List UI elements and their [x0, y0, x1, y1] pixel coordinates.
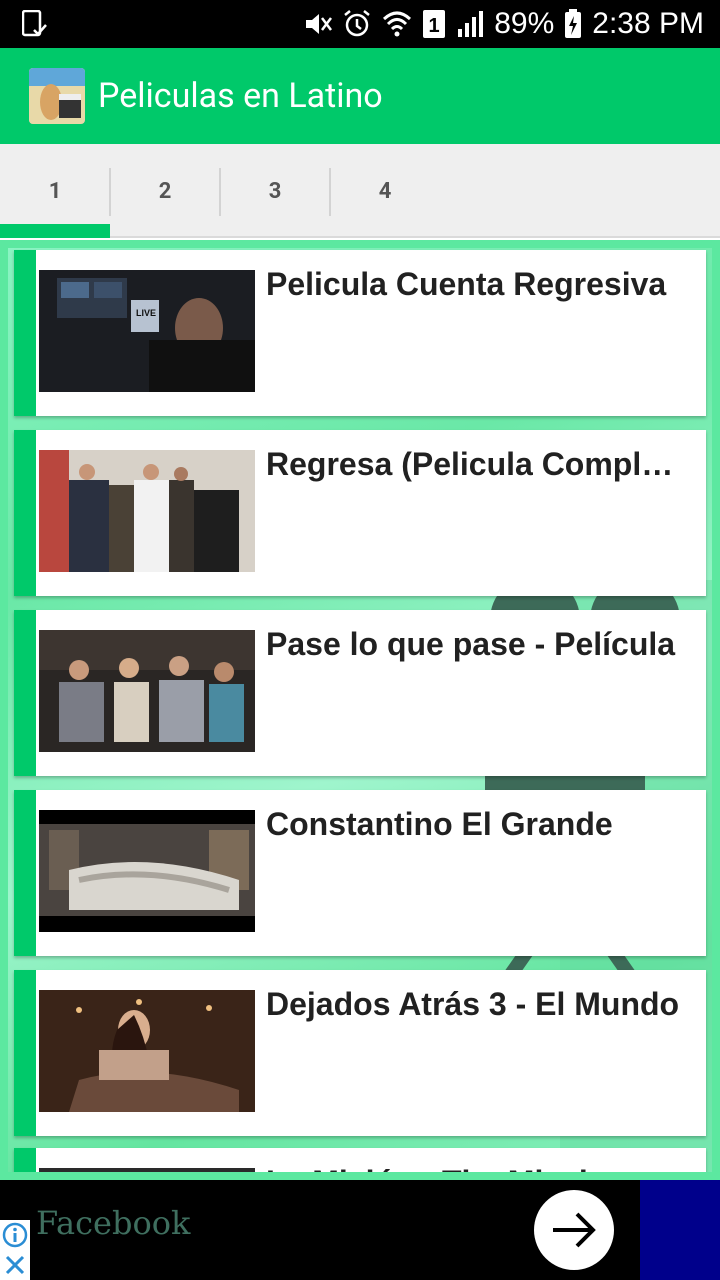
mute-icon — [302, 9, 333, 39]
video-title[interactable]: Pelicula Cuenta Regresiva — [266, 264, 686, 304]
sim-icon: 1 — [422, 9, 446, 39]
video-card[interactable]: Constantino El Grande — [14, 790, 706, 956]
video-title[interactable]: La Misión - The Mission — [266, 1162, 686, 1180]
app-title: Peliculas en Latino — [98, 76, 383, 116]
sim-badge-text: 1 — [429, 15, 440, 37]
video-title[interactable]: Regresa (Pelicula Completa) — [266, 444, 686, 484]
clock: 2:38 PM — [592, 7, 704, 40]
battery-charging-icon — [564, 9, 582, 39]
video-thumbnail[interactable] — [39, 810, 255, 932]
video-list[interactable]: LIVE Pelicula Cuenta Regresiva Regresa (… — [0, 240, 720, 1180]
video-title[interactable]: Dejados Atrás 3 - El Mundo — [266, 984, 686, 1024]
ad-brand-name[interactable]: Facebook — [36, 1204, 190, 1242]
video-title[interactable]: Pase lo que pase - Película — [266, 624, 686, 664]
card-accent — [14, 610, 36, 776]
download-done-icon — [21, 9, 48, 38]
ad-side-panel — [640, 1180, 720, 1280]
video-thumbnail[interactable] — [39, 1168, 255, 1180]
ad-banner[interactable]: Facebook — [0, 1180, 720, 1280]
card-accent — [14, 790, 36, 956]
video-thumbnail[interactable] — [39, 990, 255, 1112]
battery-percent: 89% — [494, 7, 555, 40]
card-accent — [14, 970, 36, 1136]
card-accent — [14, 430, 36, 596]
svg-text:LIVE: LIVE — [136, 308, 156, 318]
tab-4[interactable]: 4 — [330, 144, 440, 238]
video-title[interactable]: Constantino El Grande — [266, 804, 686, 844]
video-card[interactable]: La Misión - The Mission — [14, 1148, 706, 1180]
video-thumbnail[interactable] — [39, 630, 255, 752]
video-thumbnail[interactable] — [39, 450, 255, 572]
arrow-right-icon[interactable] — [534, 1190, 614, 1270]
app-bar: Peliculas en Latino — [0, 48, 720, 144]
card-accent — [14, 250, 36, 416]
wifi-icon — [382, 9, 412, 39]
video-thumbnail[interactable]: LIVE — [39, 270, 255, 392]
video-card[interactable]: LIVE Pelicula Cuenta Regresiva — [14, 250, 706, 416]
status-bar: 1 89% 2:38 PM — [0, 0, 720, 48]
app-logo — [29, 68, 85, 124]
video-card[interactable]: Dejados Atrás 3 - El Mundo — [14, 970, 706, 1136]
tab-3[interactable]: 3 — [220, 144, 330, 238]
tab-2[interactable]: 2 — [110, 144, 220, 238]
info-icon[interactable] — [0, 1220, 30, 1250]
video-card[interactable]: Regresa (Pelicula Completa) — [14, 430, 706, 596]
selected-tab-indicator — [0, 224, 110, 238]
card-accent — [14, 1148, 36, 1180]
close-icon[interactable] — [0, 1250, 30, 1280]
alarm-icon — [342, 9, 372, 39]
video-card[interactable]: Pase lo que pase - Película — [14, 610, 706, 776]
signal-icon — [456, 9, 484, 39]
